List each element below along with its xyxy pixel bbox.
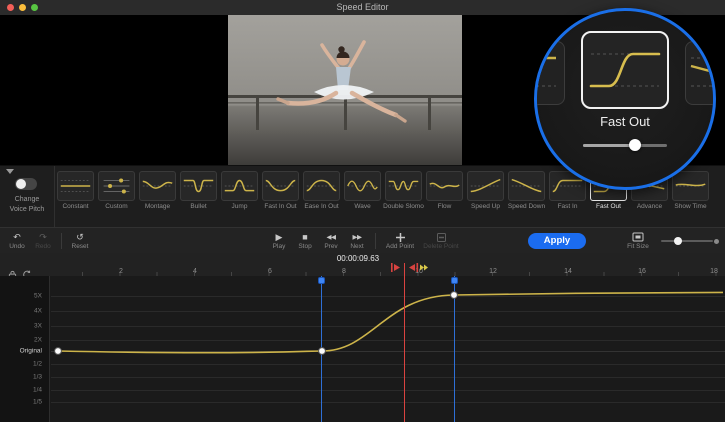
stop-button[interactable]: ■ Stop	[292, 228, 318, 254]
speed-curve[interactable]	[0, 276, 725, 422]
slider-knob[interactable]	[674, 237, 682, 245]
preset-fast-in-out[interactable]: Fast In Out	[261, 171, 300, 210]
prev-frame-button[interactable]: ◀◀ Prev	[318, 228, 344, 254]
redo-icon: ↷	[39, 232, 47, 243]
fit-size-button[interactable]: Fit Size	[623, 228, 653, 254]
speed-editor-window: Speed Editor	[0, 0, 725, 422]
double-slomo-curve-icon	[386, 173, 421, 199]
toolbar: ↶ Undo ↷ Redo ↺ Reset ▶ Play ■ Stop	[0, 227, 725, 255]
preset-intensity-slider-knob[interactable]	[629, 139, 641, 151]
ruler-tick-label: 14	[564, 268, 572, 275]
jump-curve-icon	[222, 173, 257, 199]
stop-icon: ■	[302, 232, 307, 243]
preset-constant[interactable]: Constant	[56, 171, 95, 210]
curve-point-start[interactable]	[55, 348, 62, 355]
custom-sliders-icon	[99, 173, 134, 199]
add-point-icon	[395, 232, 406, 243]
preset-wave[interactable]: Wave	[343, 171, 382, 210]
voice-pitch-panel: Change Voice Pitch	[0, 166, 55, 228]
show-time-curve-icon	[673, 173, 708, 199]
montage-curve-icon	[140, 173, 175, 199]
redo-button[interactable]: ↷ Redo	[30, 228, 56, 254]
zoomed-preset-label: Fast Out	[537, 114, 713, 129]
curve-point-mid[interactable]	[319, 348, 326, 355]
undo-button[interactable]: ↶ Undo	[4, 228, 30, 254]
play-button[interactable]: ▶ Play	[266, 228, 292, 254]
fit-size-icon	[632, 232, 644, 243]
ballet-dancer-photo	[228, 15, 462, 165]
ruler-tick-label: 8	[342, 268, 346, 275]
ruler-tick-label: 18	[710, 268, 718, 275]
slider-end-dot	[714, 239, 719, 244]
delete-point-icon	[436, 232, 447, 243]
current-timecode: 00:00:09.63	[318, 254, 398, 263]
preset-double-slomo[interactable]: Double Slomo	[384, 171, 423, 210]
speed-down-curve-icon	[509, 173, 544, 199]
timeline-zoom-slider[interactable]	[661, 228, 719, 254]
speed-curve-graph[interactable]: 5X 4X 3X 2X Original 1/2 1/3 1/4 1/5	[0, 276, 725, 422]
zoom-callout-circle: Fast Out	[534, 8, 716, 190]
preset-speed-down[interactable]: Speed Down	[507, 171, 546, 210]
timeline-ruler[interactable]: 00:00:09.63 2 4 6 8 10 12 14 16 18	[0, 253, 725, 277]
constant-curve-icon	[58, 173, 93, 199]
delete-point-button[interactable]: Delete Point	[419, 228, 463, 254]
voice-pitch-label-line1: Change	[0, 196, 54, 203]
speed-up-curve-icon	[468, 173, 503, 199]
slider-track[interactable]	[661, 240, 713, 242]
next-frame-button[interactable]: ▶▶ Next	[344, 228, 370, 254]
preset-montage[interactable]: Montage	[138, 171, 177, 210]
preset-speed-up[interactable]: Speed Up	[466, 171, 505, 210]
fast-out-preset-zoomed[interactable]	[581, 31, 669, 109]
ruler-tick-label: 4	[193, 268, 197, 275]
reset-button[interactable]: ↺ Reset	[67, 228, 93, 254]
apply-button[interactable]: Apply	[528, 233, 586, 249]
neighbor-preset-left	[534, 41, 565, 105]
bullet-curve-icon	[181, 173, 216, 199]
curve-point-end[interactable]	[451, 292, 458, 299]
wave-curve-icon	[345, 173, 380, 199]
preset-flow[interactable]: Flow	[425, 171, 464, 210]
voice-pitch-label-line2: Voice Pitch	[0, 206, 54, 213]
ruler-tick-label: 2	[119, 268, 123, 275]
preset-ease-in-out[interactable]: Ease In Out	[302, 171, 341, 210]
video-preview	[228, 15, 462, 165]
preset-custom[interactable]: Custom	[97, 171, 136, 210]
flow-curve-icon	[427, 173, 462, 199]
toolbar-divider	[375, 233, 376, 249]
toggle-knob	[16, 179, 26, 189]
keyframe-handle-2[interactable]	[451, 277, 458, 284]
ruler-tick-label: 6	[268, 268, 272, 275]
ease-in-out-curve-icon	[304, 173, 339, 199]
reset-icon: ↺	[76, 232, 84, 243]
next-icon: ▶▶	[353, 232, 362, 243]
prev-icon: ◀◀	[327, 232, 336, 243]
change-voice-pitch-toggle[interactable]	[15, 178, 37, 190]
preset-bullet[interactable]: Bullet	[179, 171, 218, 210]
play-icon: ▶	[276, 232, 283, 243]
add-point-button[interactable]: Add Point	[381, 228, 419, 254]
preset-jump[interactable]: Jump	[220, 171, 259, 210]
toolbar-divider	[61, 233, 62, 249]
fast-out-curve-icon	[583, 33, 667, 107]
neighbor-preset-right	[685, 41, 716, 105]
keyframe-handle-1[interactable]	[318, 277, 325, 284]
ruler-tick-label: 12	[489, 268, 497, 275]
playhead[interactable]	[404, 263, 405, 422]
ruler-tick-label: 16	[638, 268, 646, 275]
undo-icon: ↶	[13, 232, 21, 243]
preset-intensity-slider[interactable]	[583, 144, 667, 147]
fast-in-out-curve-icon	[263, 173, 298, 199]
trim-range-markers[interactable]	[391, 262, 429, 273]
preset-show-time[interactable]: Show Time	[671, 171, 710, 210]
